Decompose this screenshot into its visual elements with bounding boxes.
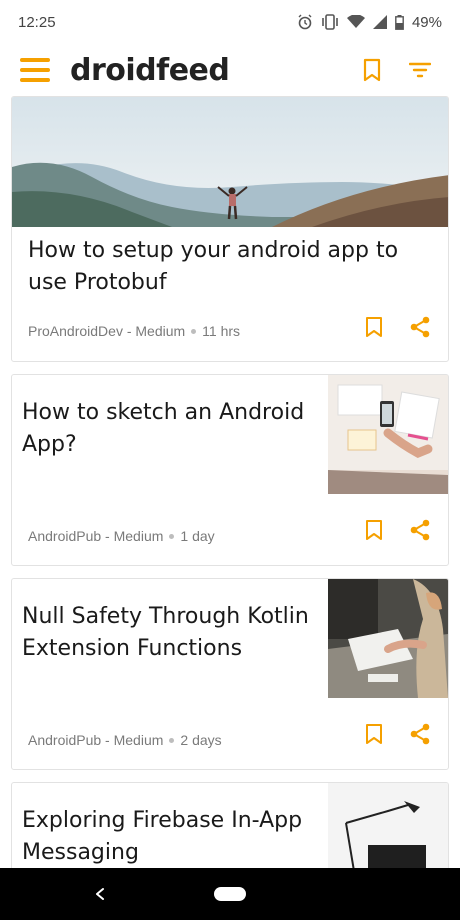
status-bar: 12:25 49% [0,0,460,44]
article-source: AndroidPub - Medium [28,732,164,748]
filter-icon [409,62,431,78]
app-title: droidfeed [70,52,230,88]
article-meta: ProAndroidDev - Medium 11 hrs [28,323,240,339]
bookmark-button[interactable] [362,315,386,339]
article-title[interactable]: Exploring Firebase In-App Messaging [22,805,322,868]
article-card[interactable]: Null Safety Through Kotlin Extension Fun… [11,578,449,770]
share-button[interactable] [408,518,432,542]
article-hero-image [12,97,448,227]
article-title[interactable]: Null Safety Through Kotlin Extension Fun… [22,601,322,665]
share-icon [410,723,430,745]
article-time: 11 hrs [202,323,241,339]
bookmark-icon [366,724,382,744]
share-button[interactable] [408,315,432,339]
article-feed[interactable]: How to setup your android app to use Pro… [0,96,460,868]
article-card[interactable]: How to sketch an Android App? AndroidPub… [11,374,449,566]
article-source: AndroidPub - Medium [28,528,164,544]
article-time: 2 days [180,732,222,748]
share-icon [410,519,430,541]
article-thumbnail [328,375,448,494]
bookmark-icon [366,520,382,540]
signal-icon [372,15,387,29]
bookmark-icon [363,58,381,82]
article-title[interactable]: How to setup your android app to use Pro… [28,235,428,299]
alarm-icon [297,14,313,30]
battery-icon [395,14,404,30]
article-card[interactable]: Exploring Firebase In-App Messaging [11,782,449,868]
vibrate-icon [321,14,339,30]
bookmark-button[interactable] [362,722,386,746]
app-toolbar: droidfeed [0,44,460,96]
article-actions [362,722,432,746]
battery-percentage: 49% [411,13,442,31]
status-icons: 49% [297,14,442,31]
article-actions [362,315,432,339]
article-thumbnail [328,579,448,698]
filter-button[interactable] [400,50,440,90]
article-title[interactable]: How to sketch an Android App? [22,397,322,461]
bookmark-icon [366,317,382,337]
separator-dot [169,533,175,539]
article-actions [362,518,432,542]
article-card[interactable]: How to setup your android app to use Pro… [11,96,449,362]
share-button[interactable] [408,722,432,746]
share-icon [410,316,430,338]
article-source: ProAndroidDev - Medium [28,323,186,339]
separator-dot [169,737,175,743]
article-thumbnail [328,783,448,868]
article-meta: AndroidPub - Medium 2 days [28,732,222,748]
hamburger-menu-icon[interactable] [20,58,50,82]
article-meta: AndroidPub - Medium 1 day [28,528,215,544]
home-pill-icon[interactable] [214,887,246,901]
system-nav-bar [0,868,460,920]
separator-dot [191,328,197,334]
back-chevron-icon[interactable] [88,882,112,906]
bookmark-button[interactable] [362,518,386,542]
status-time: 12:25 [18,13,56,31]
wifi-icon [346,15,365,29]
article-time: 1 day [180,528,215,544]
bookmarks-button[interactable] [352,50,392,90]
